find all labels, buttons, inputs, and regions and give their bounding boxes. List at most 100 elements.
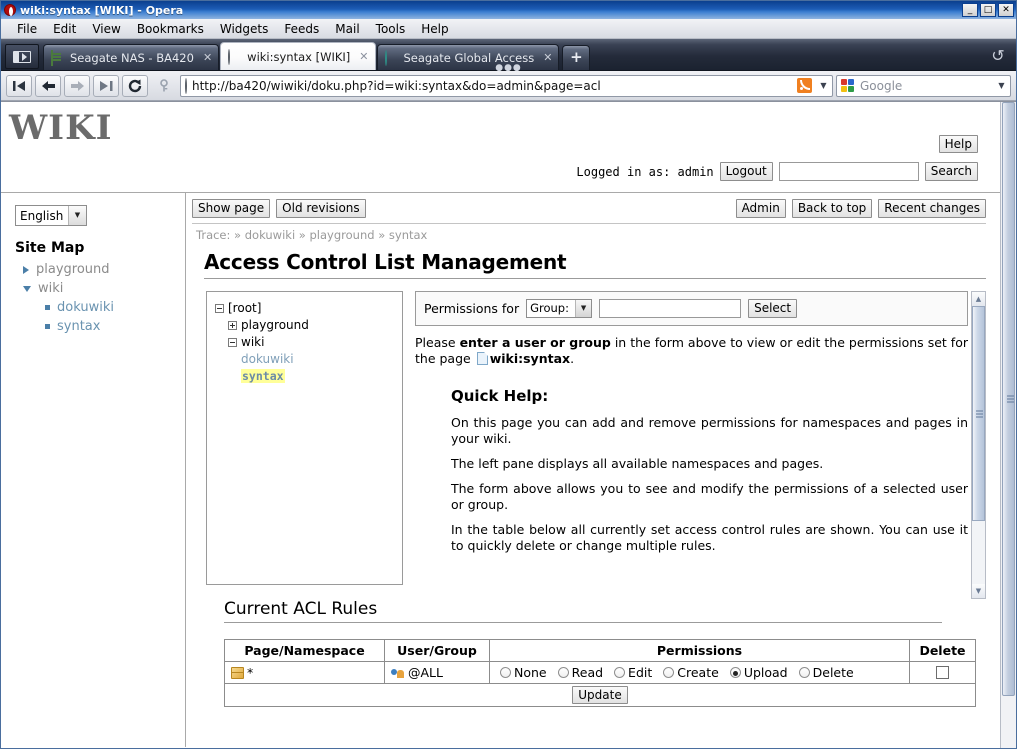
expand-plus-icon[interactable] bbox=[228, 320, 237, 330]
sitemap-item-dokuwiki[interactable]: dokuwiki bbox=[23, 300, 175, 315]
delete-checkbox[interactable] bbox=[936, 666, 949, 679]
browser-search-box[interactable]: Google ▼ bbox=[836, 74, 1011, 97]
namespace-icon bbox=[231, 667, 244, 679]
breadcrumb-item-dokuwiki[interactable]: dokuwiki bbox=[245, 228, 295, 242]
breadcrumb-item-syntax[interactable]: syntax bbox=[389, 228, 427, 242]
sitemap-item-playground[interactable]: playground bbox=[23, 262, 175, 277]
breadcrumb-item-playground[interactable]: playground bbox=[310, 228, 375, 242]
rewind-button[interactable] bbox=[6, 74, 32, 97]
language-select[interactable]: English ▼ bbox=[15, 205, 87, 226]
forward-button[interactable] bbox=[64, 74, 90, 97]
radio-option-delete[interactable]: Delete bbox=[798, 665, 854, 680]
minimize-button[interactable]: _ bbox=[962, 3, 978, 17]
menu-tools[interactable]: Tools bbox=[368, 21, 414, 37]
menu-mail[interactable]: Mail bbox=[327, 21, 367, 37]
radio-option-none[interactable]: None bbox=[500, 665, 547, 680]
radio-button-selected[interactable] bbox=[729, 667, 741, 678]
fast-forward-button[interactable] bbox=[93, 74, 119, 97]
menu-file[interactable]: File bbox=[9, 21, 45, 37]
browser-tab-seagate-nas[interactable]: Seagate NAS - BA420 ✕ bbox=[43, 44, 220, 70]
tree-node-wiki[interactable]: wiki bbox=[228, 335, 396, 349]
radio-button[interactable] bbox=[614, 667, 626, 678]
tree-node-root[interactable]: [root] bbox=[215, 301, 396, 315]
tree-node-label[interactable]: wiki bbox=[241, 335, 264, 349]
opera-browser-window: wiki:syntax [WIKI] - Opera _ □ ✕ File Ed… bbox=[0, 0, 1017, 749]
scrollbar-thumb[interactable] bbox=[1002, 102, 1015, 696]
reload-button[interactable] bbox=[122, 74, 148, 97]
chevron-down-icon[interactable]: ▼ bbox=[817, 81, 830, 90]
radio-label: None bbox=[514, 665, 547, 680]
sitemap-item-label[interactable]: dokuwiki bbox=[57, 300, 114, 315]
maximize-button[interactable]: □ bbox=[980, 3, 996, 17]
tab-label: wiki:syntax [WIKI] bbox=[247, 49, 351, 64]
browser-tab-seagate-global-access[interactable]: Seagate Global Access ✕ bbox=[376, 44, 560, 70]
close-icon[interactable]: ✕ bbox=[355, 50, 368, 63]
menu-view[interactable]: View bbox=[84, 21, 128, 37]
acl-name-input[interactable] bbox=[599, 299, 742, 318]
browser-tab-wiki-syntax[interactable]: wiki:syntax [WIKI] ✕ bbox=[220, 42, 376, 70]
tree-node-label[interactable]: dokuwiki bbox=[241, 352, 294, 366]
radio-button[interactable] bbox=[500, 667, 511, 678]
show-page-button[interactable]: Show page bbox=[192, 199, 271, 218]
rss-icon[interactable] bbox=[797, 78, 812, 93]
radio-option-upload[interactable]: Upload bbox=[729, 665, 788, 680]
new-tab-button[interactable]: + bbox=[562, 45, 591, 70]
wand-button[interactable] bbox=[151, 75, 177, 97]
chevron-down-icon[interactable]: ▼ bbox=[68, 206, 86, 225]
radio-option-edit[interactable]: Edit bbox=[614, 665, 652, 680]
sitemap-item-syntax[interactable]: syntax bbox=[23, 319, 175, 334]
close-icon[interactable]: ✕ bbox=[199, 51, 212, 64]
update-button[interactable]: Update bbox=[572, 686, 628, 704]
tree-node-syntax[interactable]: syntax bbox=[241, 369, 396, 383]
scrollbar-thumb[interactable] bbox=[972, 306, 985, 521]
admin-button[interactable]: Admin bbox=[735, 199, 786, 218]
trash-restore-icon[interactable]: ↺ bbox=[986, 43, 1010, 67]
radio-option-read[interactable]: Read bbox=[557, 665, 603, 680]
help-button[interactable]: Help bbox=[938, 135, 978, 153]
radio-option-create[interactable]: Create bbox=[663, 665, 719, 680]
tree-node-label[interactable]: playground bbox=[241, 318, 309, 332]
menu-bookmarks[interactable]: Bookmarks bbox=[129, 21, 212, 37]
menu-feeds[interactable]: Feeds bbox=[276, 21, 327, 37]
tree-node-label[interactable]: syntax bbox=[241, 369, 285, 383]
old-revisions-button[interactable]: Old revisions bbox=[276, 199, 366, 218]
sitemap-item-label[interactable]: wiki bbox=[38, 281, 63, 296]
scroll-up-arrow-icon[interactable]: ▲ bbox=[972, 292, 985, 306]
chevron-down-icon[interactable]: ▼ bbox=[995, 81, 1008, 90]
wiki-search-button[interactable]: Search bbox=[924, 162, 978, 181]
radio-button[interactable] bbox=[663, 667, 675, 678]
collapse-minus-icon[interactable] bbox=[215, 303, 224, 313]
sitemap-item-label[interactable]: syntax bbox=[57, 319, 100, 334]
recent-changes-button[interactable]: Recent changes bbox=[878, 199, 986, 218]
browser-page-scrollbar[interactable] bbox=[1000, 102, 1016, 748]
scroll-down-arrow-icon[interactable]: ▼ bbox=[972, 584, 985, 598]
chevron-down-icon[interactable]: ▼ bbox=[575, 300, 592, 317]
tabbar-resize-handle[interactable]: ●●● bbox=[495, 64, 522, 73]
table-footer-row: Update bbox=[224, 683, 976, 707]
sitemap-item-wiki[interactable]: wiki bbox=[23, 281, 175, 296]
triangle-right-icon[interactable] bbox=[23, 265, 29, 274]
tree-node-playground[interactable]: playground bbox=[228, 318, 396, 332]
sitemap-title: Site Map bbox=[15, 240, 85, 256]
radio-button[interactable] bbox=[557, 667, 569, 678]
sitemap-item-label[interactable]: playground bbox=[36, 262, 110, 277]
back-button[interactable] bbox=[35, 74, 61, 97]
acl-panel-scrollbar[interactable]: ▲ ▼ bbox=[971, 291, 986, 599]
select-button[interactable]: Select bbox=[748, 299, 798, 318]
menu-help[interactable]: Help bbox=[413, 21, 456, 37]
close-button[interactable]: ✕ bbox=[998, 3, 1014, 17]
menu-edit[interactable]: Edit bbox=[45, 21, 84, 37]
wiki-search-input[interactable] bbox=[778, 162, 919, 181]
back-to-top-button[interactable]: Back to top bbox=[791, 199, 873, 218]
radio-label: Create bbox=[677, 665, 719, 680]
triangle-down-icon[interactable] bbox=[23, 285, 31, 292]
collapse-minus-icon[interactable] bbox=[228, 337, 237, 347]
acl-type-select[interactable]: Group: ▼ bbox=[526, 299, 593, 318]
close-icon[interactable]: ✕ bbox=[539, 51, 552, 64]
panel-toggle-button[interactable] bbox=[5, 44, 39, 69]
menu-widgets[interactable]: Widgets bbox=[212, 21, 277, 37]
logout-button[interactable]: Logout bbox=[719, 162, 773, 181]
tree-node-dokuwiki[interactable]: dokuwiki bbox=[241, 352, 396, 366]
address-bar[interactable]: http://ba420/wiwiki/doku.php?id=wiki:syn… bbox=[180, 74, 833, 97]
radio-button[interactable] bbox=[798, 667, 810, 678]
